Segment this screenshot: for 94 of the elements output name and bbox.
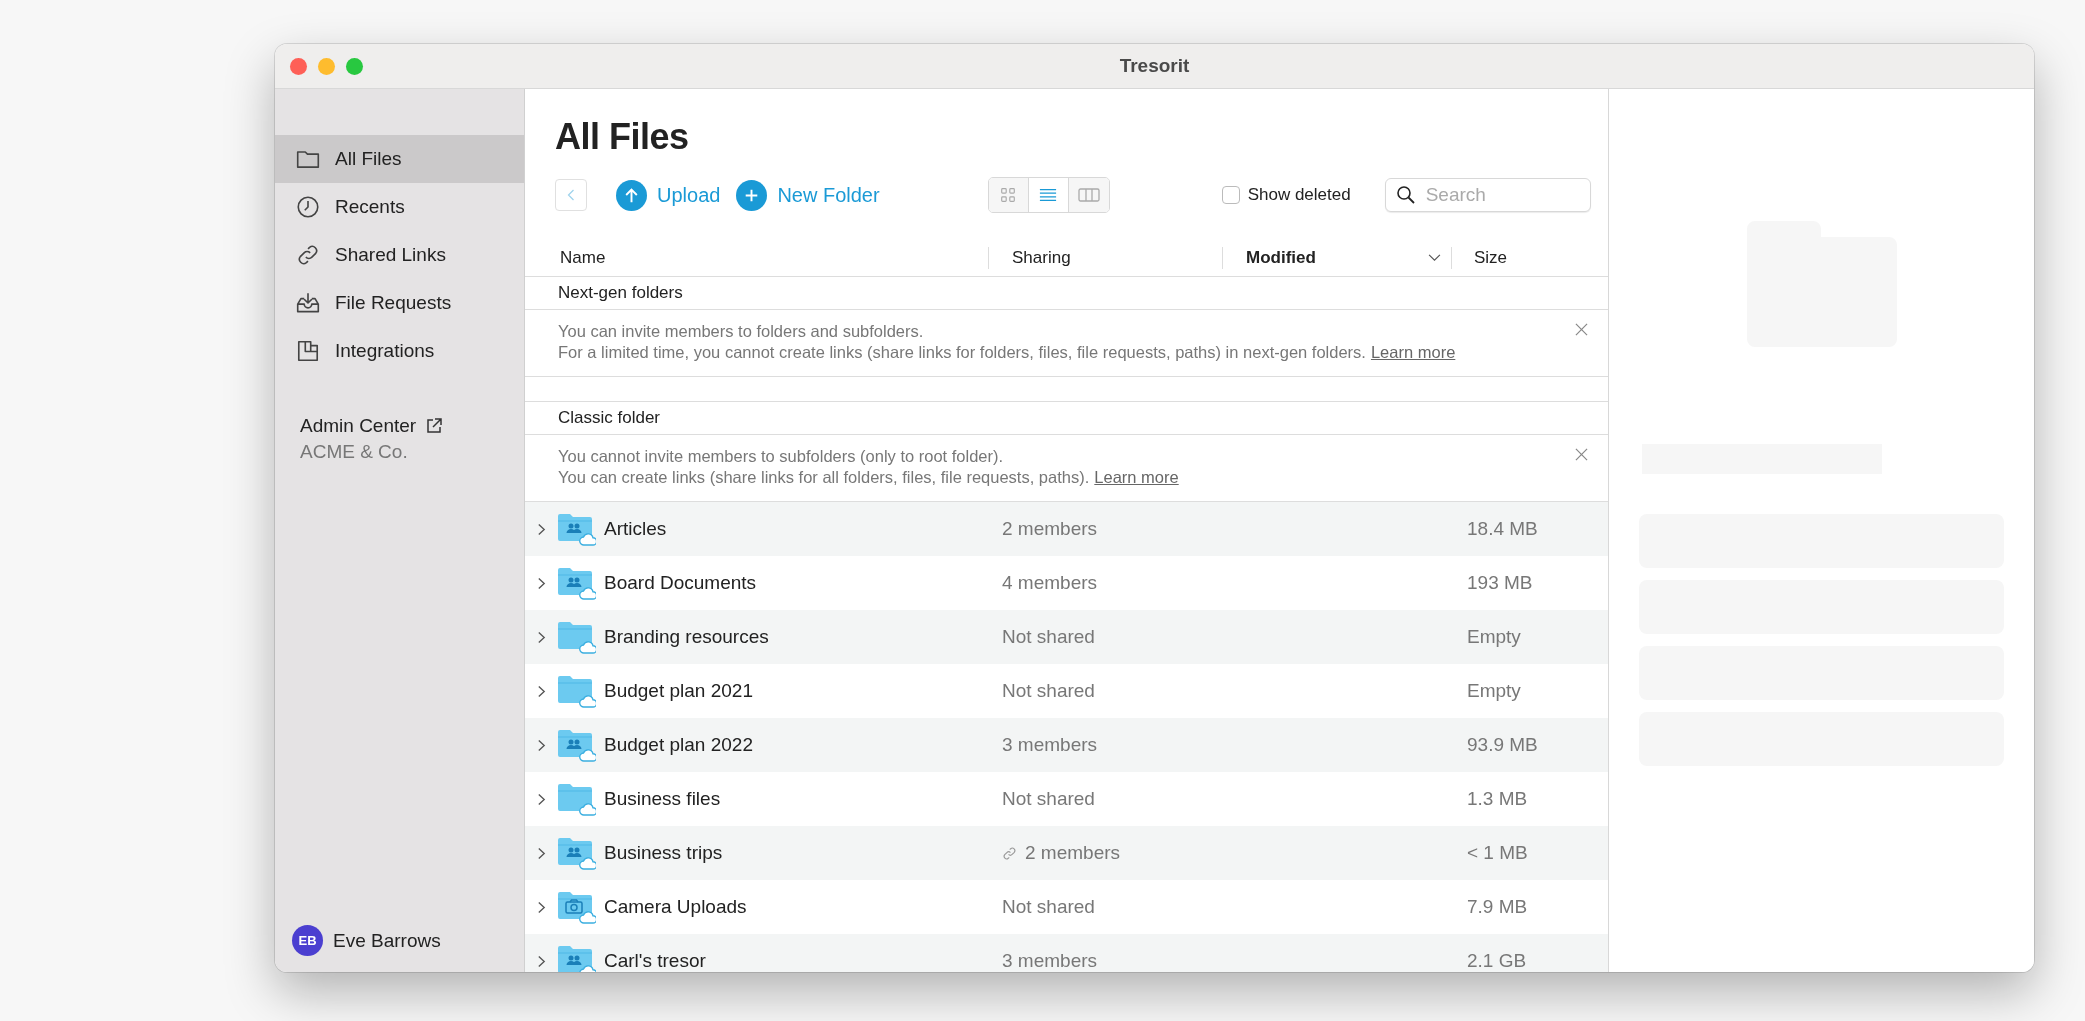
sidebar-item[interactable]: Recents bbox=[275, 183, 524, 231]
cloud-folder-icon bbox=[556, 620, 596, 654]
search-icon bbox=[1395, 185, 1416, 205]
shared-folder-icon bbox=[556, 836, 596, 870]
folder-row[interactable]: Camera Uploads Not shared 7.9 MB bbox=[525, 880, 1608, 934]
folder-name: Branding resources bbox=[604, 626, 770, 648]
sharing-status: Not shared bbox=[1002, 788, 1095, 810]
chevron-right-icon[interactable] bbox=[537, 900, 546, 914]
integrations-icon bbox=[295, 338, 321, 364]
folder-size: Empty bbox=[1467, 626, 1521, 648]
folder-row[interactable]: Carl's tresor 3 members 2.1 GB bbox=[525, 934, 1608, 972]
link-icon bbox=[1002, 845, 1017, 861]
sharing-status: 4 members bbox=[1002, 572, 1098, 594]
close-icon[interactable] bbox=[1575, 323, 1588, 336]
camera-folder-icon bbox=[556, 890, 596, 924]
search-field[interactable]: Search bbox=[1384, 178, 1591, 212]
close-icon[interactable] bbox=[1575, 448, 1588, 461]
shared-folder-icon bbox=[556, 944, 596, 972]
folder-row[interactable]: Board Documents 4 members 193 MB bbox=[525, 556, 1608, 610]
upload-icon bbox=[616, 179, 647, 211]
user-avatar[interactable]: EB bbox=[292, 925, 323, 956]
notice-text: You cannot invite members to subfolders (only to root folder). bbox=[558, 447, 1004, 465]
plus-icon bbox=[736, 179, 768, 211]
sidebar-item[interactable]: Shared Links bbox=[275, 231, 524, 279]
show-deleted-checkbox[interactable]: Show deleted bbox=[1221, 185, 1351, 205]
page-title: All Files bbox=[555, 115, 690, 159]
chevron-right-icon[interactable] bbox=[537, 576, 546, 590]
folder-name: Camera Uploads bbox=[604, 896, 748, 918]
shared-folder-icon bbox=[556, 566, 596, 600]
chevron-right-icon[interactable] bbox=[537, 630, 546, 644]
user-name: Eve Barrows bbox=[333, 929, 441, 952]
folder-size: 193 MB bbox=[1467, 572, 1533, 594]
folder-size: < 1 MB bbox=[1467, 842, 1528, 864]
sidebar-item[interactable]: Integrations bbox=[275, 327, 524, 375]
external-link-icon[interactable] bbox=[424, 416, 445, 436]
folder-size: 18.4 MB bbox=[1467, 518, 1538, 540]
chevron-right-icon[interactable] bbox=[537, 954, 546, 968]
folder-size: Empty bbox=[1467, 680, 1521, 702]
column-header[interactable]: Name bbox=[525, 246, 988, 269]
folder-size: 7.9 MB bbox=[1467, 896, 1528, 918]
chevron-right-icon[interactable] bbox=[537, 792, 546, 806]
grid-icon bbox=[999, 186, 1018, 204]
folder-name: Carl's tresor bbox=[604, 950, 707, 972]
learn-more-link[interactable]: Learn more bbox=[1094, 468, 1179, 486]
chevron-right-icon[interactable] bbox=[537, 738, 546, 752]
folder-size: 2.1 GB bbox=[1467, 950, 1527, 972]
folder-name: Budget plan 2021 bbox=[604, 680, 754, 702]
chevron-left-icon bbox=[566, 188, 576, 202]
folder-name: Budget plan 2022 bbox=[604, 734, 754, 756]
sharing-status: Not shared bbox=[1002, 626, 1095, 648]
section-header: Next-gen folders bbox=[525, 277, 1608, 310]
chevron-right-icon[interactable] bbox=[537, 684, 546, 698]
folder-name: Business files bbox=[604, 788, 722, 810]
sharing-status: 3 members bbox=[1002, 734, 1098, 756]
folder-name: Articles bbox=[604, 518, 668, 540]
shared-folder-icon bbox=[556, 728, 596, 762]
section-header: Classic folder bbox=[525, 402, 1608, 435]
sidebar-item[interactable]: All Files bbox=[275, 135, 524, 183]
column-header[interactable]: Sharing bbox=[988, 246, 1222, 269]
chevron-down-icon bbox=[1428, 253, 1441, 262]
folder-name: Board Documents bbox=[604, 572, 758, 594]
chevron-right-icon[interactable] bbox=[537, 522, 546, 536]
sharing-status: 3 members bbox=[1002, 950, 1098, 972]
sidebar-item[interactable]: File Requests bbox=[275, 279, 524, 327]
chevron-right-icon[interactable] bbox=[537, 846, 546, 860]
column-header[interactable]: Size bbox=[1451, 246, 1508, 269]
cloud-folder-icon bbox=[556, 674, 596, 708]
sharing-status: Not shared bbox=[1002, 896, 1095, 918]
folder-size: 1.3 MB bbox=[1467, 788, 1528, 810]
notice-text: You can create links (share links for all folders, files, file requests, paths). bbox=[558, 468, 1090, 486]
window-title: Tresorit bbox=[1119, 55, 1190, 77]
company-name: ACME & Co. bbox=[300, 441, 409, 463]
folder-row[interactable]: Branding resources Not shared Empty bbox=[525, 610, 1608, 664]
column-header[interactable]: Modified bbox=[1222, 246, 1451, 269]
admin-center-link[interactable]: Admin Center bbox=[300, 415, 417, 437]
folder-row[interactable]: Business files Not shared 1.3 MB bbox=[525, 772, 1608, 826]
folder-name: Business trips bbox=[604, 842, 724, 864]
notice-text: You can invite members to folders and subfolders. bbox=[558, 322, 924, 340]
cloud-folder-icon bbox=[556, 782, 596, 816]
close-icon[interactable] bbox=[290, 57, 307, 75]
shared-folder-icon bbox=[556, 512, 596, 546]
folder-size: 93.9 MB bbox=[1467, 734, 1538, 756]
sharing-status: Not shared bbox=[1002, 680, 1095, 702]
folder-row[interactable]: Budget plan 2021 Not shared Empty bbox=[525, 664, 1608, 718]
notice-text: For a limited time, you cannot create links (share links for folders, files, file requests, paths) in next-gen folders. bbox=[558, 343, 1366, 361]
folder-row[interactable]: Business trips 2 members < 1 MB bbox=[525, 826, 1608, 880]
columns-icon bbox=[1077, 186, 1100, 204]
folder-row[interactable]: Budget plan 2022 3 members 93.9 MB bbox=[525, 718, 1608, 772]
sharing-status: 2 members bbox=[1025, 842, 1121, 864]
folder-row[interactable]: Articles 2 members 18.4 MB bbox=[525, 502, 1608, 556]
clock-icon bbox=[295, 194, 321, 220]
learn-more-link[interactable]: Learn more bbox=[1370, 343, 1456, 361]
link-icon bbox=[295, 242, 321, 268]
sharing-status: 2 members bbox=[1002, 518, 1098, 540]
